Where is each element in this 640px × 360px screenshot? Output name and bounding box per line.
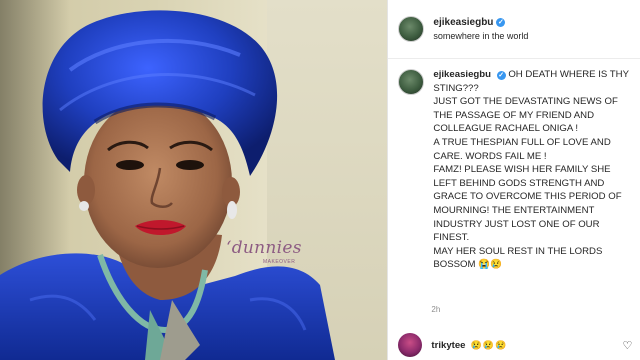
watermark-subtext: MAKEOVER xyxy=(263,259,296,265)
eye-right xyxy=(176,160,204,170)
header-text: ejikeasiegbu ✓ somewhere in the world xyxy=(433,17,528,41)
commenter-username[interactable]: trikytee xyxy=(431,340,465,351)
portrait-illustration xyxy=(0,10,335,360)
caption-verified-badge-icon: ✓ xyxy=(496,71,506,80)
watermark-logo: ‘dunnies xyxy=(226,238,302,258)
comment-row: trikytee 😢😢😢 ♡ xyxy=(388,330,640,360)
post-location[interactable]: somewhere in the world xyxy=(433,31,528,41)
earring-right xyxy=(227,201,237,219)
header-user-line: ejikeasiegbu ✓ xyxy=(433,17,528,28)
verified-badge-icon: ✓ xyxy=(496,18,506,27)
post-caption: ejikeasiegbu ✓ OH DEATH WHERE IS THY STI… xyxy=(398,68,634,272)
caption-text: OH DEATH WHERE IS THY STING??? JUST GOT … xyxy=(433,69,629,271)
instagram-post: ‘dunnies MAKEOVER ejikeasiegbu ✓ somewhe… xyxy=(0,0,640,360)
post-timestamp[interactable]: 2h xyxy=(431,305,440,314)
earring-left xyxy=(79,201,89,211)
heart-outline-icon[interactable]: ♡ xyxy=(623,339,633,352)
post-header: ejikeasiegbu ✓ somewhere in the world xyxy=(388,0,640,59)
author-avatar[interactable] xyxy=(398,16,425,42)
caption-username[interactable]: ejikeasiegbu xyxy=(433,69,491,80)
commenter-avatar[interactable] xyxy=(398,333,423,357)
caption-avatar[interactable] xyxy=(398,69,425,95)
caption-body: ejikeasiegbu ✓ OH DEATH WHERE IS THY STI… xyxy=(433,68,633,272)
post-details-panel: ejikeasiegbu ✓ somewhere in the world ej… xyxy=(387,0,640,360)
author-username[interactable]: ejikeasiegbu xyxy=(433,17,493,28)
eye-left xyxy=(116,160,144,170)
comment-text: 😢😢😢 xyxy=(470,339,508,350)
post-photo[interactable]: ‘dunnies MAKEOVER xyxy=(0,0,388,360)
